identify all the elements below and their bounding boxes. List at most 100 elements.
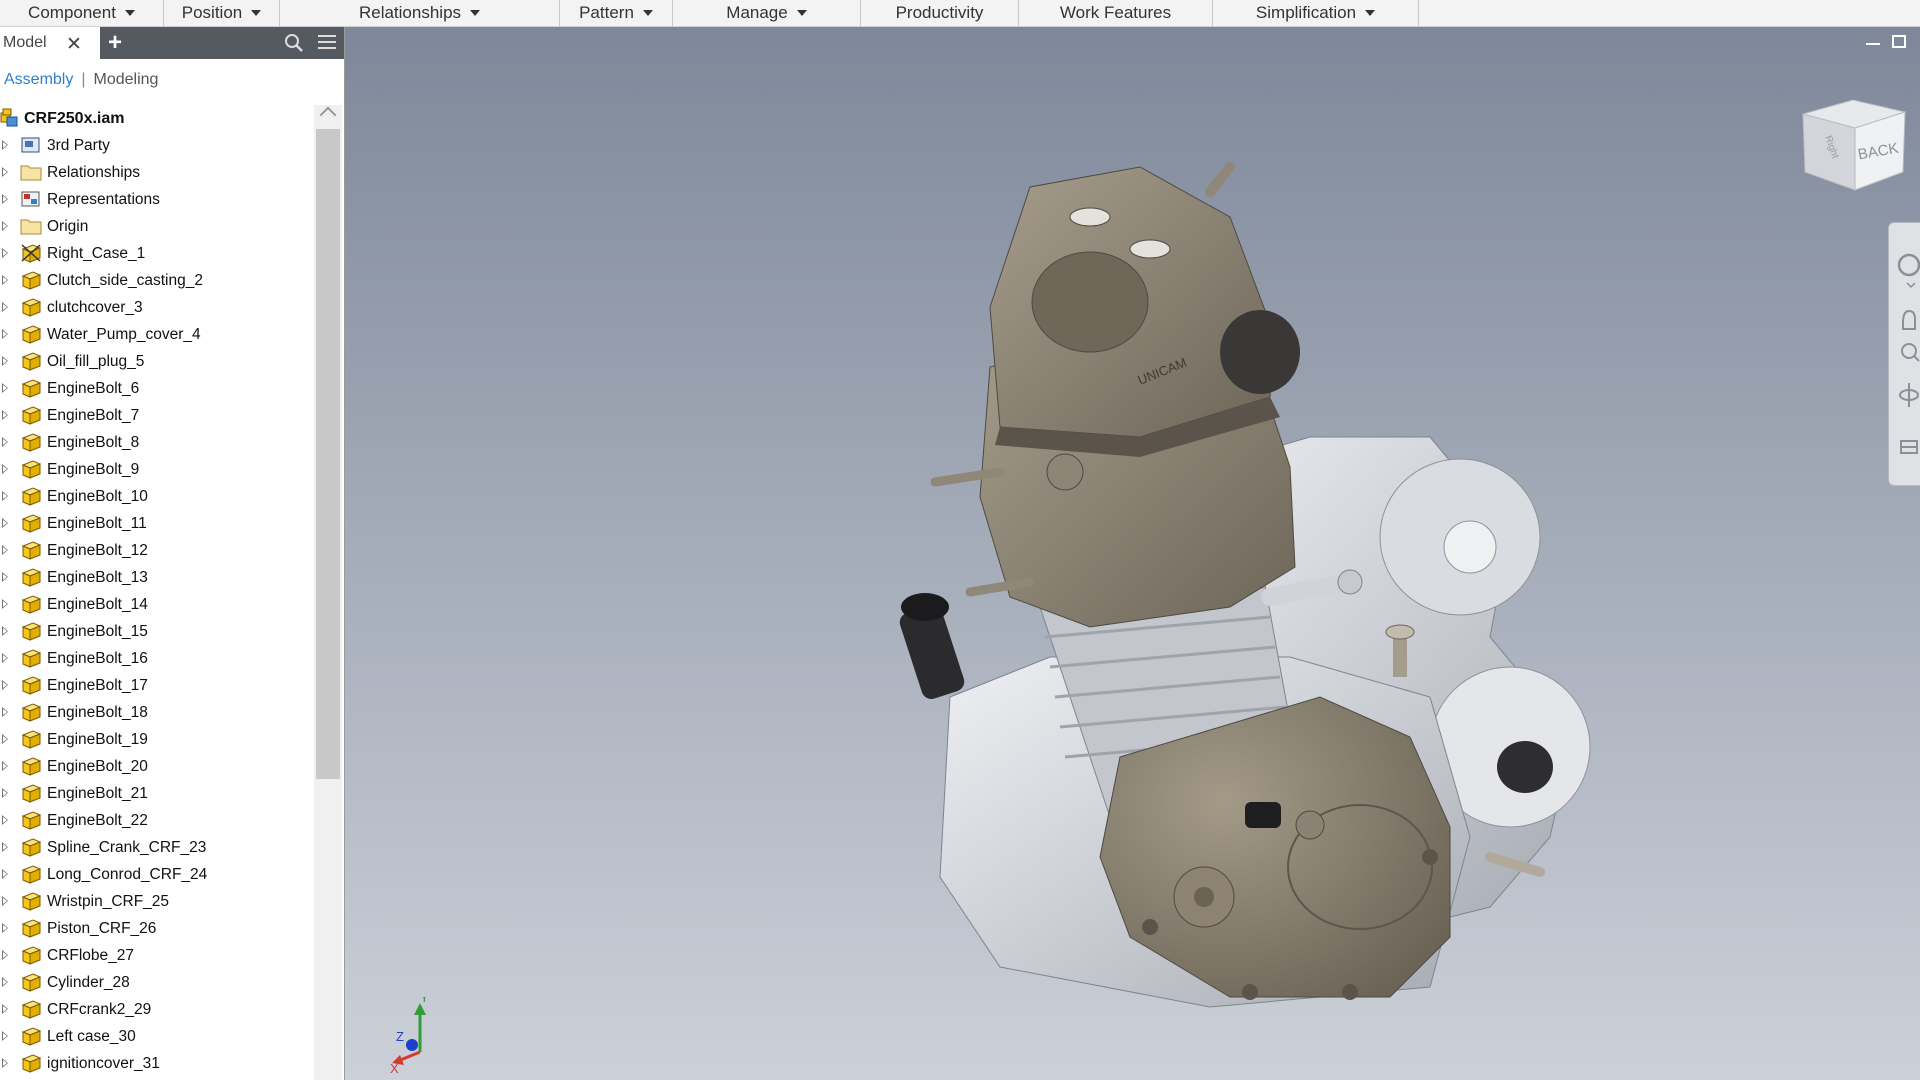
expand-chevron-icon[interactable]: [2, 464, 8, 474]
expand-chevron-icon[interactable]: [2, 572, 8, 582]
tree-node[interactable]: Piston_CRF_26: [0, 915, 314, 942]
viewcube[interactable]: BACK Right: [1793, 92, 1913, 202]
expand-chevron-icon[interactable]: [2, 1004, 8, 1014]
look-at-icon[interactable]: [1900, 440, 1918, 454]
search-icon[interactable]: [284, 33, 304, 53]
tree-node[interactable]: EngineBolt_8: [0, 429, 314, 456]
expand-chevron-icon[interactable]: [2, 275, 8, 285]
tree-node[interactable]: EngineBolt_14: [0, 591, 314, 618]
add-tab-icon[interactable]: +: [108, 29, 122, 57]
tree-node[interactable]: EngineBolt_13: [0, 564, 314, 591]
tree-node[interactable]: EngineBolt_17: [0, 672, 314, 699]
expand-chevron-icon[interactable]: [2, 1031, 8, 1041]
tree-node[interactable]: Spline_Crank_CRF_23: [0, 834, 314, 861]
tree-node[interactable]: EngineBolt_10: [0, 483, 314, 510]
tree-node[interactable]: Relationships: [0, 159, 314, 186]
tree-node[interactable]: clutchcover_3: [0, 294, 314, 321]
tree-node[interactable]: Origin: [0, 213, 314, 240]
expand-chevron-icon[interactable]: [2, 815, 8, 825]
tree-node[interactable]: 3rd Party: [0, 132, 314, 159]
tree-node[interactable]: EngineBolt_19: [0, 726, 314, 753]
expand-chevron-icon[interactable]: [2, 842, 8, 852]
expand-chevron-icon[interactable]: [2, 248, 8, 258]
work-features-panel[interactable]: Work Features: [1019, 0, 1213, 26]
tree-node[interactable]: EngineBolt_6: [0, 375, 314, 402]
browser-scrollbar[interactable]: [314, 105, 342, 1080]
expand-chevron-icon[interactable]: [2, 140, 8, 150]
hamburger-menu-icon[interactable]: [318, 35, 336, 53]
expand-chevron-icon[interactable]: [2, 356, 8, 366]
engine-model[interactable]: UNICAM: [670, 137, 1630, 1017]
expand-chevron-icon[interactable]: [2, 653, 8, 663]
tree-node[interactable]: Clutch_side_casting_2: [0, 267, 314, 294]
expand-chevron-icon[interactable]: [2, 302, 8, 312]
chevron-down-icon[interactable]: [470, 10, 481, 16]
expand-chevron-icon[interactable]: [2, 167, 8, 177]
pattern-panel[interactable]: Pattern: [560, 0, 673, 26]
chevron-down-icon[interactable]: [796, 10, 807, 16]
expand-chevron-icon[interactable]: [2, 896, 8, 906]
scroll-thumb[interactable]: [316, 129, 340, 779]
expand-chevron-icon[interactable]: [2, 599, 8, 609]
tree-node[interactable]: Right_Case_1: [0, 240, 314, 267]
expand-chevron-icon[interactable]: [2, 680, 8, 690]
expand-chevron-icon[interactable]: [2, 383, 8, 393]
pan-icon[interactable]: [1902, 309, 1916, 330]
expand-chevron-icon[interactable]: [2, 518, 8, 528]
simplification-panel[interactable]: Simplification: [1213, 0, 1419, 26]
chevron-down-icon[interactable]: [124, 10, 135, 16]
tree-node[interactable]: EngineBolt_11: [0, 510, 314, 537]
expand-chevron-icon[interactable]: [2, 491, 8, 501]
tree-node[interactable]: Oil_fill_plug_5: [0, 348, 314, 375]
expand-chevron-icon[interactable]: [2, 410, 8, 420]
expand-chevron-icon[interactable]: [2, 329, 8, 339]
position-panel[interactable]: Position: [164, 0, 280, 26]
component-panel[interactable]: Component: [0, 0, 164, 26]
chevron-down-icon[interactable]: [642, 10, 653, 16]
expand-chevron-icon[interactable]: [2, 923, 8, 933]
expand-chevron-icon[interactable]: [2, 194, 8, 204]
tree-root[interactable]: CRF250x.iam: [0, 105, 314, 132]
tree-node[interactable]: CRFlobe_27: [0, 942, 314, 969]
zoom-icon[interactable]: [1901, 343, 1920, 362]
expand-chevron-icon[interactable]: [2, 977, 8, 987]
minimize-icon[interactable]: [1866, 43, 1880, 45]
chevron-down-icon[interactable]: [1365, 10, 1376, 16]
expand-chevron-icon[interactable]: [2, 221, 8, 231]
close-icon[interactable]: ✕: [66, 33, 82, 56]
tree-node[interactable]: EngineBolt_9: [0, 456, 314, 483]
expand-chevron-icon[interactable]: [2, 761, 8, 771]
expand-chevron-icon[interactable]: [2, 734, 8, 744]
tree-node[interactable]: EngineBolt_12: [0, 537, 314, 564]
tree-node[interactable]: EngineBolt_7: [0, 402, 314, 429]
tab-model[interactable]: Model ✕: [0, 27, 100, 59]
orbit-icon[interactable]: [1899, 383, 1919, 407]
expand-chevron-icon[interactable]: [2, 626, 8, 636]
graphics-viewport[interactable]: BACK Right UNICAM Y Z X: [345, 27, 1920, 1080]
tree-node[interactable]: ignitioncover_31: [0, 1050, 314, 1077]
chevron-down-icon[interactable]: [251, 10, 262, 16]
productivity-panel[interactable]: Productivity: [861, 0, 1019, 26]
expand-chevron-icon[interactable]: [2, 788, 8, 798]
steering-wheel-icon[interactable]: [1897, 253, 1920, 289]
tree-node[interactable]: Water_Pump_cover_4: [0, 321, 314, 348]
manage-panel[interactable]: Manage: [673, 0, 861, 26]
tree-node[interactable]: CRFcrank2_29: [0, 996, 314, 1023]
restore-icon[interactable]: [1892, 35, 1906, 48]
tree-node[interactable]: Wristpin_CRF_25: [0, 888, 314, 915]
expand-chevron-icon[interactable]: [2, 1058, 8, 1068]
tree-node[interactable]: EngineBolt_21: [0, 780, 314, 807]
modeling-view-link[interactable]: Modeling: [94, 71, 159, 88]
expand-chevron-icon[interactable]: [2, 869, 8, 879]
tree-node[interactable]: Left case_30: [0, 1023, 314, 1050]
tree-node[interactable]: EngineBolt_15: [0, 618, 314, 645]
tree-node[interactable]: EngineBolt_18: [0, 699, 314, 726]
tree-node[interactable]: Long_Conrod_CRF_24: [0, 861, 314, 888]
expand-chevron-icon[interactable]: [2, 545, 8, 555]
tree-node[interactable]: EngineBolt_22: [0, 807, 314, 834]
expand-chevron-icon[interactable]: [2, 950, 8, 960]
assembly-view-link[interactable]: Assembly: [4, 71, 73, 88]
tree-node[interactable]: Cylinder_28: [0, 969, 314, 996]
tree-node[interactable]: EngineBolt_16: [0, 645, 314, 672]
expand-chevron-icon[interactable]: [2, 437, 8, 447]
